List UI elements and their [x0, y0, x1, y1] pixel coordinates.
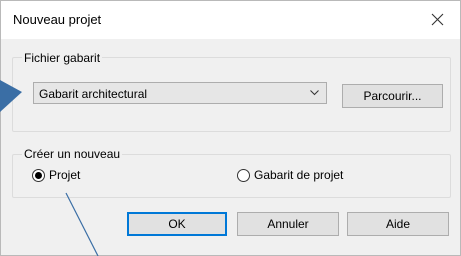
template-combobox[interactable]: Gabarit architectural [33, 82, 327, 104]
browse-button[interactable]: Parcourir... [342, 84, 443, 108]
new-project-dialog: Nouveau projet Fichier gabarit Gabarit a… [0, 0, 461, 256]
close-button[interactable] [416, 1, 460, 39]
cancel-button[interactable]: Annuler [237, 212, 339, 236]
radio-project-indicator[interactable] [32, 168, 45, 182]
chevron-down-icon [310, 90, 319, 96]
radio-project-template-label: Gabarit de projet [254, 168, 344, 182]
radio-project-template-indicator[interactable] [237, 168, 250, 182]
radio-project-template[interactable]: Gabarit de projet [237, 167, 343, 183]
help-button[interactable]: Aide [347, 212, 449, 236]
radio-project-label: Projet [49, 168, 81, 182]
dialog-title: Nouveau projet [13, 12, 102, 27]
title-bar: Nouveau projet [1, 1, 460, 39]
template-file-legend: Fichier gabarit [22, 51, 103, 65]
close-icon [431, 13, 444, 26]
create-new-legend: Créer un nouveau [22, 147, 123, 161]
template-combobox-value: Gabarit architectural [39, 87, 148, 101]
ok-button[interactable]: OK [127, 212, 227, 236]
radio-project[interactable]: Projet [32, 167, 80, 183]
